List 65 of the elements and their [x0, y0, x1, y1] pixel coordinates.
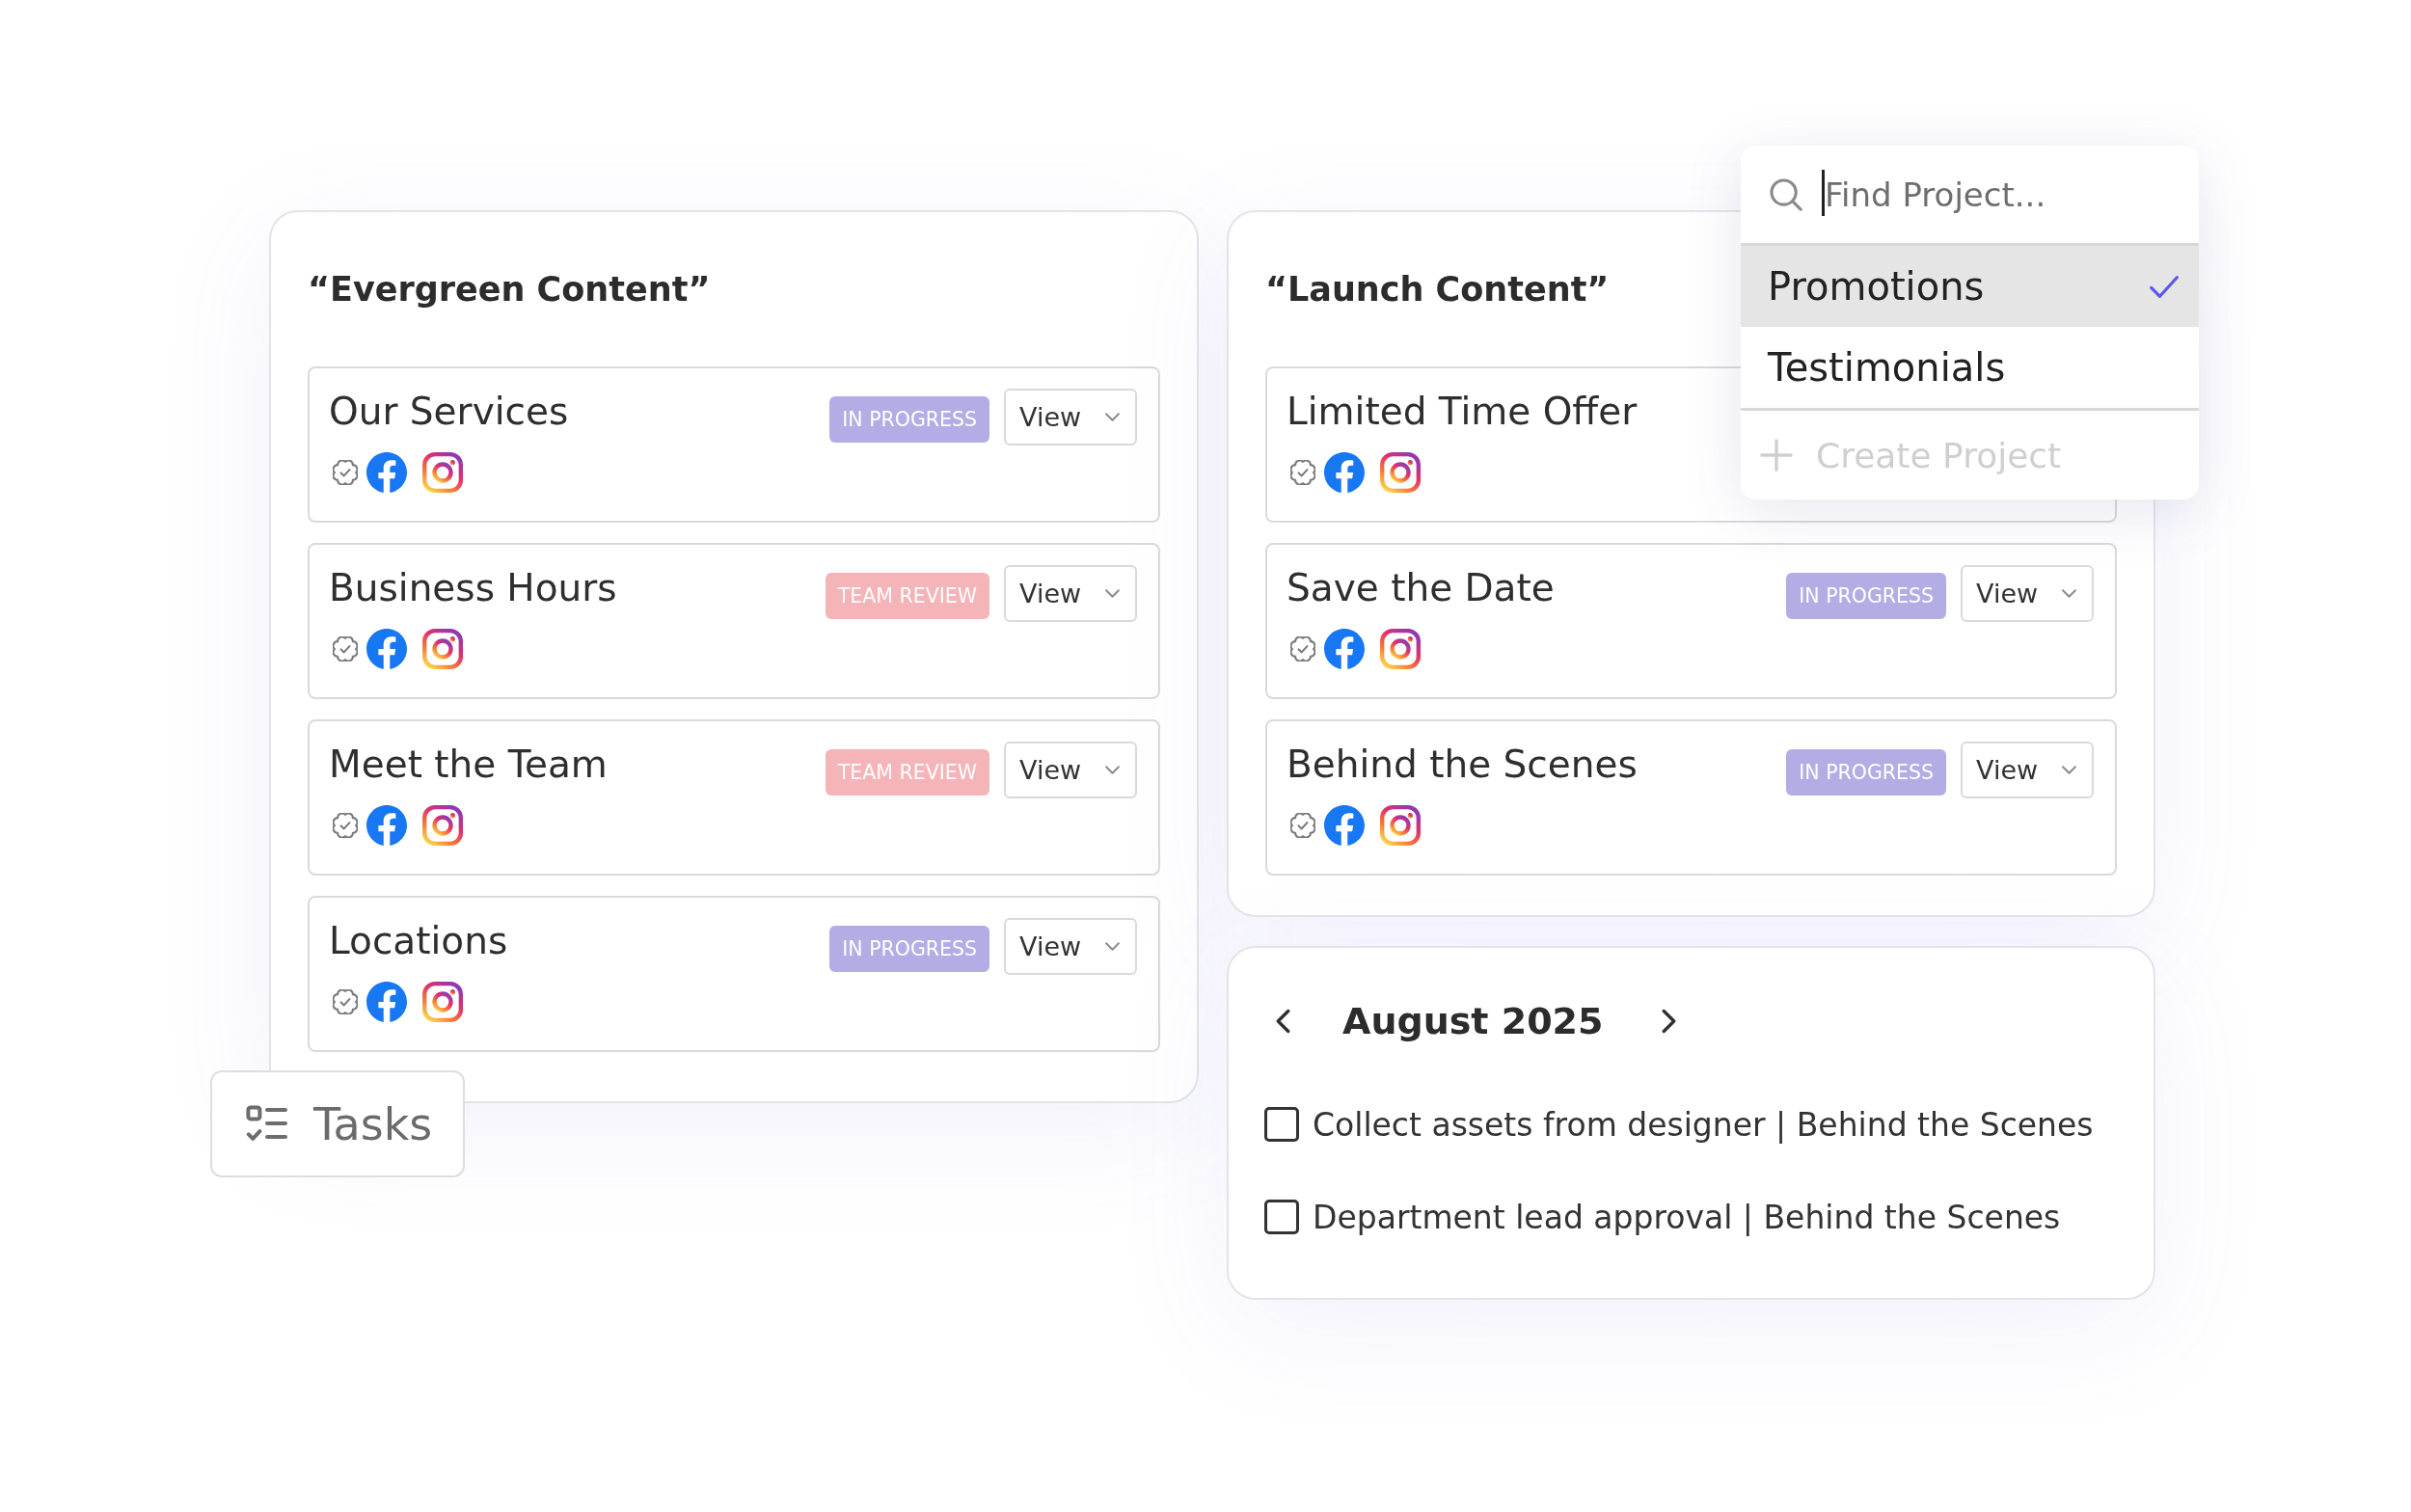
badge-check-icon [1290, 813, 1315, 838]
badge-check-icon [1290, 460, 1315, 485]
facebook-icon [366, 982, 407, 1022]
instagram-icon [422, 805, 463, 846]
task-checkbox[interactable] [1264, 1107, 1299, 1142]
board-title: “Evergreen Content” [308, 269, 711, 310]
view-dropdown[interactable]: View [1004, 918, 1137, 975]
view-dropdown[interactable]: View [1004, 742, 1137, 798]
badge-check-icon [333, 636, 358, 662]
next-month-button[interactable] [1661, 1009, 1676, 1034]
tasks-tab[interactable]: Tasks [210, 1070, 465, 1177]
badge-check-icon [333, 460, 358, 485]
badge-check-icon [1290, 636, 1315, 662]
chevron-down-icon [1105, 588, 1120, 599]
item-title: Save the Date [1287, 565, 1555, 611]
facebook-icon [366, 629, 407, 669]
chevron-left-icon [1276, 1009, 1290, 1034]
facebook-icon [366, 805, 407, 846]
view-dropdown[interactable]: View [1961, 742, 2094, 798]
view-dropdown[interactable]: View [1004, 389, 1137, 446]
instagram-icon [422, 452, 463, 493]
facebook-icon [366, 452, 407, 493]
chevron-down-icon [1105, 941, 1120, 952]
task-label: Collect assets from designer | Behind the Scenes [1313, 1105, 2094, 1144]
instagram-icon [422, 982, 463, 1022]
search-field[interactable]: Find Project... [1822, 175, 2199, 214]
month-title: August 2025 [1342, 1000, 1604, 1042]
chevron-down-icon [1105, 765, 1120, 775]
check-icon [2149, 274, 2180, 299]
search-icon [1770, 177, 1802, 211]
previous-month-button[interactable] [1276, 1009, 1290, 1034]
chevron-right-icon [1661, 1009, 1676, 1034]
task-checkbox[interactable] [1264, 1200, 1299, 1234]
project-option[interactable]: Promotions [1741, 246, 2199, 327]
item-title: Locations [329, 918, 508, 964]
status-badge: IN PROGRESS [829, 396, 989, 443]
item-title: Business Hours [329, 565, 617, 611]
chevron-down-icon [2062, 765, 2076, 775]
item-title: Meet the Team [329, 742, 608, 788]
item-title: Our Services [329, 389, 569, 435]
chevron-down-icon [2062, 588, 2076, 599]
status-badge: IN PROGRESS [1786, 749, 1946, 796]
status-badge: IN PROGRESS [829, 926, 989, 972]
view-dropdown[interactable]: View [1004, 565, 1137, 622]
board-title: “Launch Content” [1265, 269, 1610, 310]
badge-check-icon [333, 989, 358, 1014]
instagram-icon [1380, 805, 1421, 846]
instagram-icon [422, 629, 463, 669]
instagram-icon [1380, 452, 1421, 493]
view-dropdown[interactable]: View [1961, 565, 2094, 622]
status-badge: TEAM REVIEW [825, 749, 989, 796]
checklist-icon [246, 1104, 288, 1144]
facebook-icon [1324, 452, 1365, 493]
badge-check-icon [333, 813, 358, 838]
chevron-down-icon [1105, 412, 1120, 422]
item-title: Limited Time Offer [1287, 389, 1638, 435]
status-badge: TEAM REVIEW [825, 573, 989, 619]
item-title: Behind the Scenes [1287, 742, 1638, 788]
project-option[interactable]: Testimonials [1741, 327, 2199, 408]
facebook-icon [1324, 805, 1365, 846]
plus-icon [1760, 439, 1793, 472]
instagram-icon [1380, 629, 1421, 669]
task-label: Department lead approval | Behind the Scenes [1313, 1198, 2061, 1236]
facebook-icon [1324, 629, 1365, 669]
status-badge: IN PROGRESS [1786, 573, 1946, 619]
